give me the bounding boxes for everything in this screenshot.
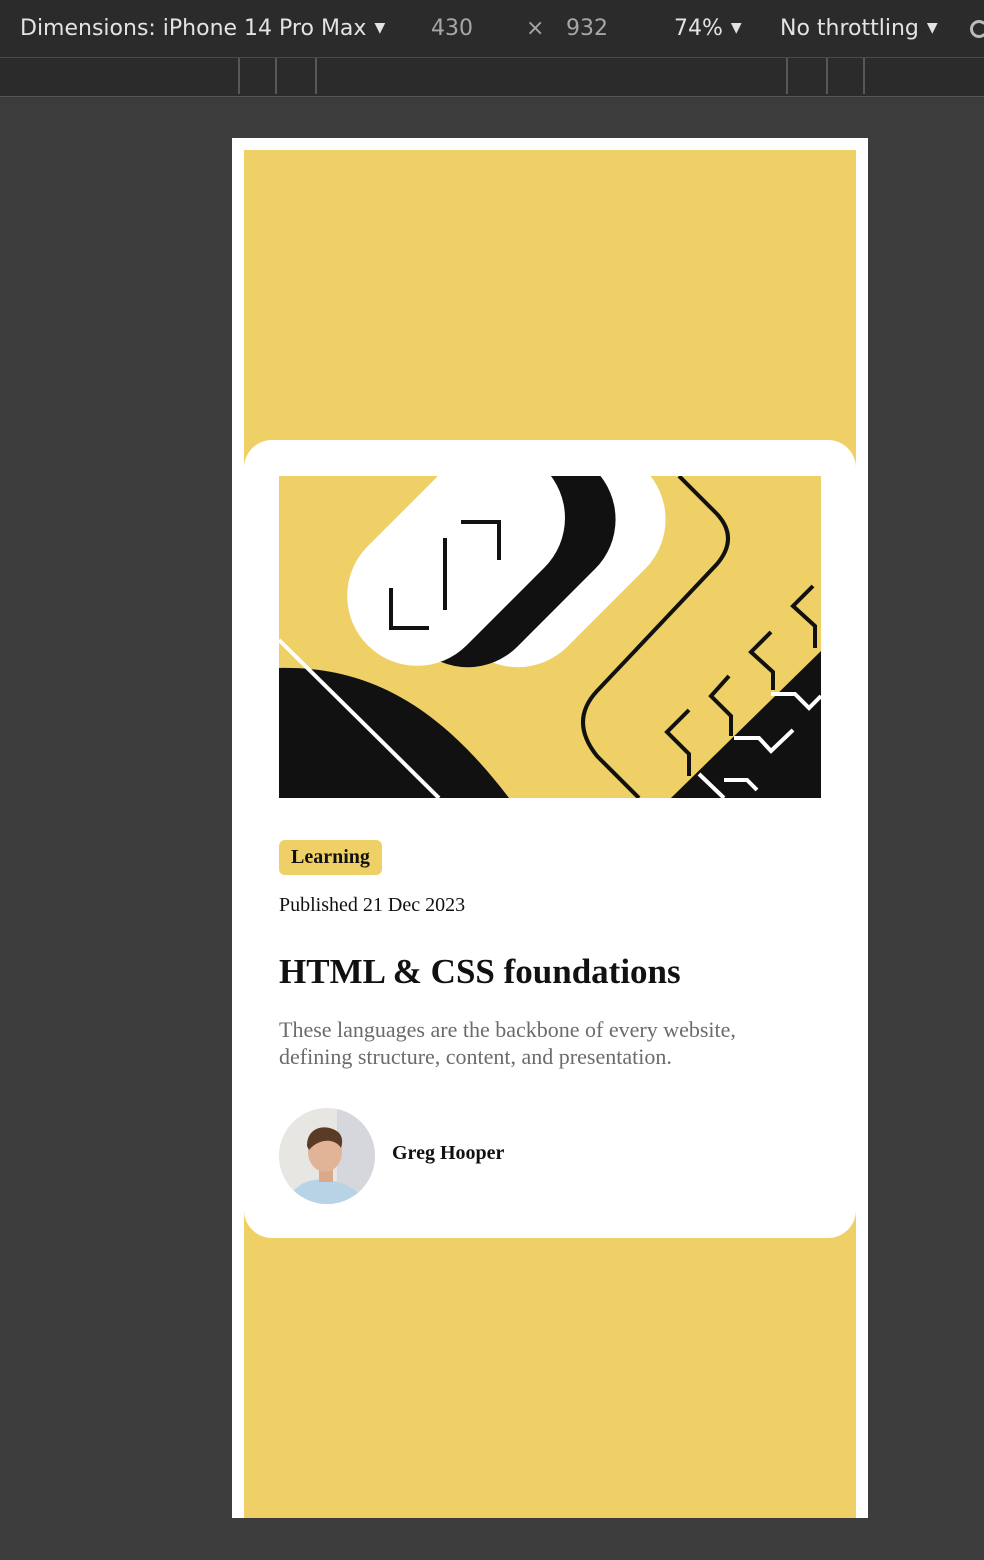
blog-preview-card: Learning Published 21 Dec 2023 HTML & CS… <box>244 440 856 1238</box>
caret-down-icon: ▼ <box>374 20 386 36</box>
caret-down-icon: ▼ <box>926 20 938 36</box>
zoom-select[interactable]: 74% ▼ <box>674 16 742 41</box>
height-input[interactable]: 932 <box>566 16 608 41</box>
abstract-illustration <box>279 476 821 798</box>
author-name: Greg Hooper <box>392 1142 505 1164</box>
dimensions-label: Dimensions: iPhone 14 Pro Max <box>20 16 367 41</box>
avatar <box>279 1108 375 1204</box>
media-query-bar <box>0 58 984 97</box>
caret-down-icon: ▼ <box>730 20 742 36</box>
throttling-select[interactable]: No throttling ▼ <box>780 16 938 41</box>
device-viewport: Learning Published 21 Dec 2023 HTML & CS… <box>232 138 868 1518</box>
card-description: These languages are the backbone of ever… <box>279 1017 736 1069</box>
ruler-tick[interactable] <box>863 58 865 94</box>
width-input[interactable]: 430 <box>431 16 473 41</box>
ruler-tick[interactable] <box>786 58 788 94</box>
ruler-tick[interactable] <box>315 58 317 94</box>
avatar-photo-icon <box>279 1108 375 1204</box>
throttling-label: No throttling <box>780 16 919 41</box>
card-title[interactable]: HTML & CSS foundations <box>279 952 681 992</box>
ruler-tick[interactable] <box>275 58 277 94</box>
ruler-tick[interactable] <box>238 58 240 94</box>
times-label: × <box>526 16 545 41</box>
ruler-tick[interactable] <box>826 58 828 94</box>
devtools-toolbar: Dimensions: iPhone 14 Pro Max ▼ 430 × 932… <box>0 0 984 58</box>
zoom-label: 74% <box>674 16 723 41</box>
category-badge: Learning <box>279 840 382 875</box>
device-dimensions-select[interactable]: Dimensions: iPhone 14 Pro Max ▼ <box>20 16 385 41</box>
published-date: Published 21 Dec 2023 <box>279 894 466 916</box>
rotate-icon[interactable] <box>970 20 984 38</box>
